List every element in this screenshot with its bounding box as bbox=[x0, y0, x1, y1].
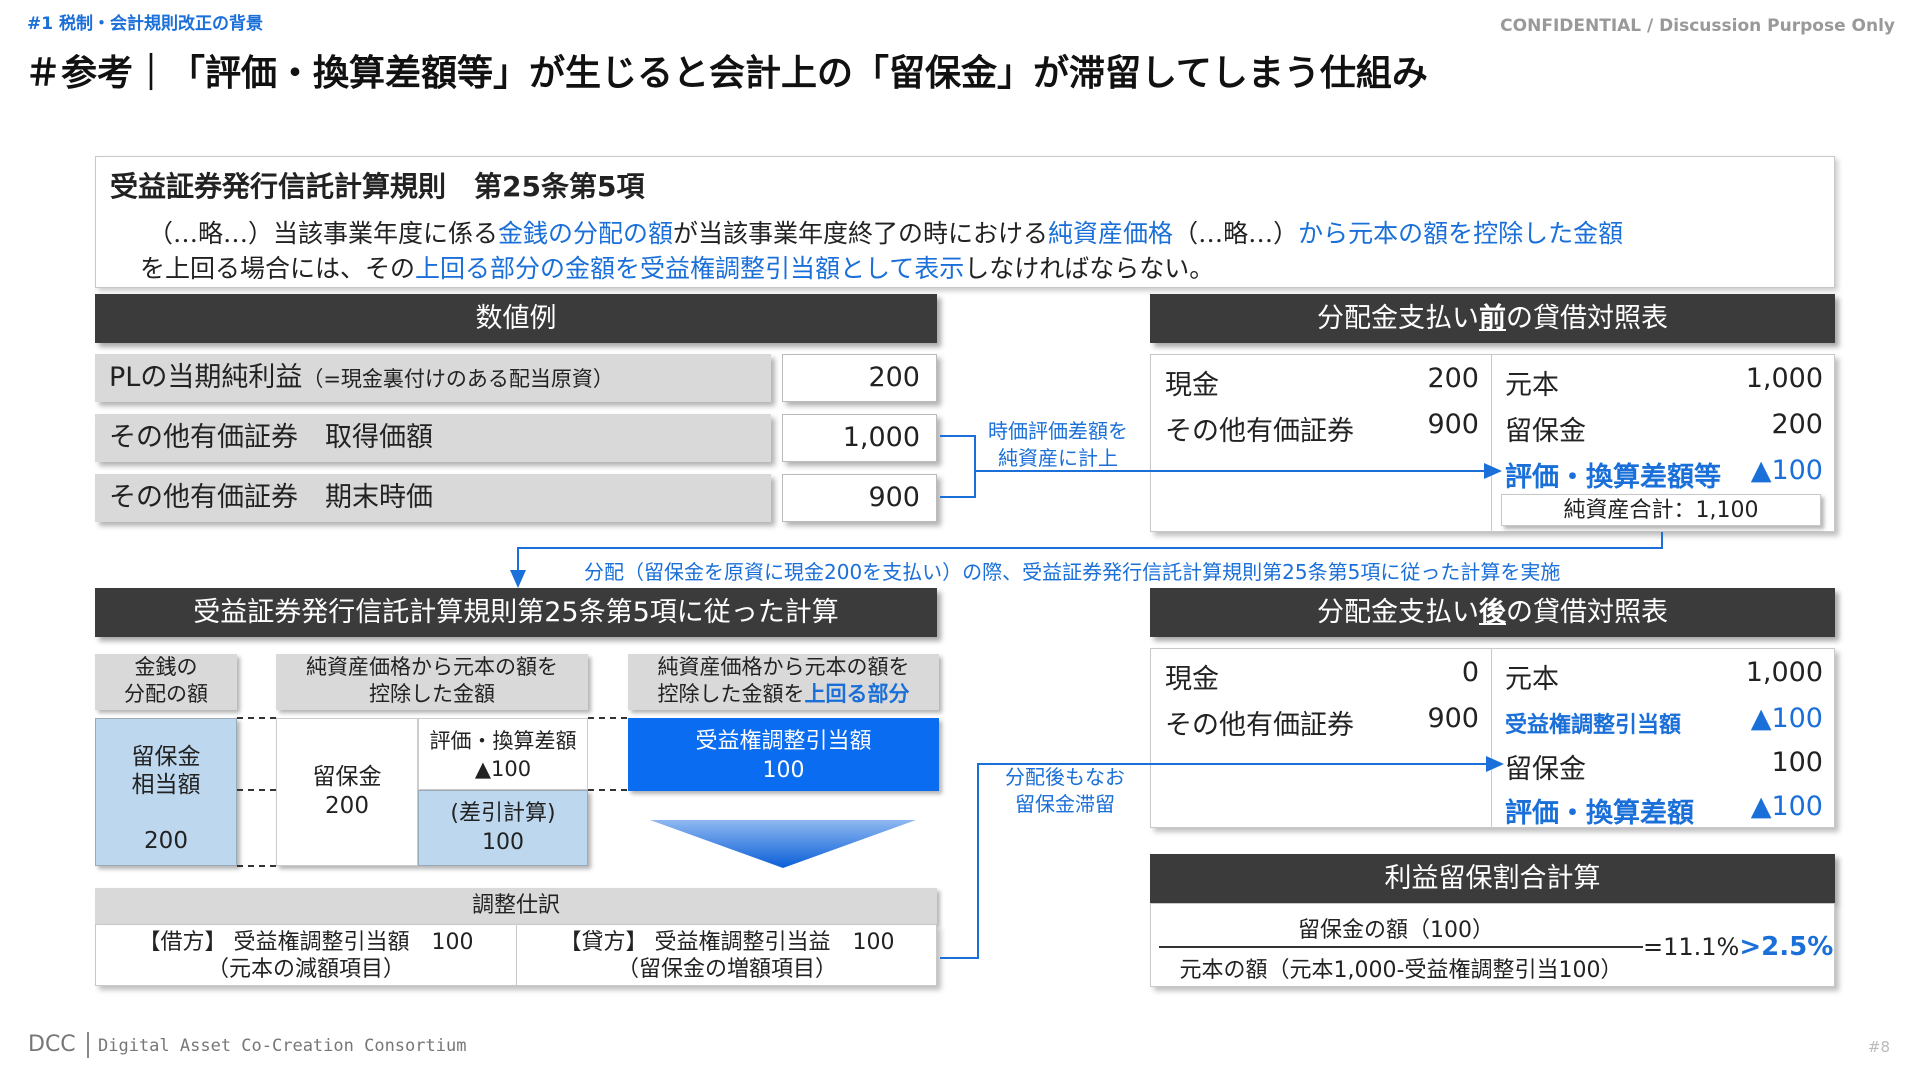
rule-text: （…略…）当該事業年度に係る bbox=[148, 219, 499, 248]
bs-after-title: 分配金支払い bbox=[1317, 597, 1479, 628]
numeric-label-text: その他有価証券 取得価額 bbox=[109, 422, 433, 453]
bs-divider bbox=[1491, 649, 1492, 827]
bs-after-asset-label-1: 現金 bbox=[1165, 664, 1219, 695]
bs-after-asset-value-1: 0 bbox=[1461, 657, 1479, 688]
dcc-logo-text: DCC bbox=[28, 1032, 76, 1057]
journal-table: 【借方】 受益権調整引当額 100 （元本の減額項目） 【貸方】 受益権調整引当… bbox=[95, 924, 937, 986]
ratio-denominator: 元本の額（元本1,000-受益権調整引当100） bbox=[1179, 958, 1623, 983]
bs-after-liab-label-1: 元本 bbox=[1505, 664, 1559, 695]
footer-divider bbox=[87, 1032, 89, 1058]
bs-after-liab-value-4: ▲100 bbox=[1750, 791, 1823, 822]
bs-after-asset-value-2: 900 bbox=[1427, 703, 1479, 734]
page-title: ＃参考｜「評価・換算差額等」が生じると会計上の「留保金」が滞留してしまう仕組み bbox=[25, 53, 1428, 94]
bs-before-header: 分配金支払い前の貸借対照表 bbox=[1150, 294, 1835, 343]
bs-before-liab-label-3: 評価・換算差額等 bbox=[1505, 462, 1721, 493]
bs-after-liab-label-2: 受益権調整引当額 bbox=[1505, 713, 1682, 738]
bs-after-liab-value-1: 1,000 bbox=[1745, 657, 1823, 688]
down-arrow-icon bbox=[650, 820, 916, 868]
bs-before-total: 純資産合計：1,100 bbox=[1501, 494, 1821, 526]
rule-text: を上回る場合には、その bbox=[140, 254, 416, 283]
footer-logo: DCC bbox=[28, 1032, 76, 1057]
bs-before-table: 現金 200 その他有価証券 900 元本 1,000 留保金 200 評価・換… bbox=[1150, 354, 1835, 532]
calc-caption-distribution: 金銭の 分配の額 bbox=[95, 654, 237, 710]
confidential-label: CONFIDENTIAL / Discussion Purpose Only bbox=[1500, 16, 1895, 36]
numeric-label-sub: （=現金裏付けのある配当原資） bbox=[302, 367, 614, 391]
rule-highlight: から元本の額を控除した金額 bbox=[1298, 219, 1624, 248]
fraction-line bbox=[1159, 946, 1643, 948]
distribution-flow-note: 分配（留保金を原資に現金200を支払い）の際、受益証券発行信託計算規則第25条第… bbox=[584, 560, 1561, 584]
rule-text: しなければならない。 bbox=[964, 254, 1215, 283]
bs-before-asset-label-2: その他有価証券 bbox=[1165, 416, 1354, 447]
journal-credit: 【貸方】 受益権調整引当益 100 （留保金の増額項目） bbox=[559, 930, 895, 982]
calc-caption-net-assets: 純資産価格から元本の額を 控除した金額 bbox=[276, 654, 588, 710]
rule-highlight: 金銭の分配の額 bbox=[498, 219, 674, 248]
numeric-label-3: その他有価証券 期末時価 bbox=[95, 474, 771, 522]
bs-after-header: 分配金支払い後の貸借対照表 bbox=[1150, 588, 1835, 637]
numeric-value-1: 200 bbox=[782, 354, 937, 402]
bs-after-liab-label-3: 留保金 bbox=[1505, 754, 1586, 785]
rule-text: が当該事業年度終了の時における bbox=[673, 219, 1049, 248]
bs-before-asset-label-1: 現金 bbox=[1165, 370, 1219, 401]
rule-highlight: 上回る部分の金額を受益権調整引当額として表示 bbox=[415, 254, 965, 283]
ratio-numerator: 留保金の額（100） bbox=[1298, 918, 1494, 943]
bs-before-emphasis: 前 bbox=[1479, 303, 1506, 334]
bs-before-liab-value-1: 1,000 bbox=[1745, 363, 1823, 394]
adjustment-allowance-box: 受益権調整引当額 100 bbox=[628, 718, 939, 791]
ratio-result: =11.1%>2.5% bbox=[1643, 932, 1833, 962]
rule-line-2: を上回る場合には、その上回る部分の金額を受益権調整引当額として表示しなければなら… bbox=[140, 249, 1214, 285]
bs-after-liab-label-4: 評価・換算差額 bbox=[1505, 798, 1694, 829]
rule-highlight: 純資産価格 bbox=[1048, 219, 1174, 248]
rule-heading: 受益証券発行信託計算規則 第25条第5項 bbox=[110, 170, 645, 203]
journal-debit: 【借方】 受益権調整引当額 100 （元本の減額項目） bbox=[138, 930, 474, 982]
numeric-label-text: PLの当期純利益 bbox=[109, 362, 303, 393]
journal-header: 調整仕訳 bbox=[95, 888, 937, 924]
bs-after-title: の貸借対照表 bbox=[1506, 597, 1668, 628]
retained-stays-note: 分配後もなお 留保金滞留 bbox=[1005, 765, 1125, 816]
bs-before-asset-value-2: 900 bbox=[1427, 409, 1479, 440]
bs-before-liab-value-2: 200 bbox=[1771, 409, 1823, 440]
valuation-note: 時価評価差額を 純資産に計上 bbox=[988, 419, 1128, 470]
numeric-value-2: 1,000 bbox=[782, 414, 937, 462]
ratio-result-value: =11.1% bbox=[1643, 933, 1740, 961]
ratio-threshold: >2.5% bbox=[1739, 932, 1834, 962]
bs-before-asset-value-1: 200 bbox=[1427, 363, 1479, 394]
valuation-diff-box: 評価・換算差額 ▲100 bbox=[418, 718, 588, 790]
calc-caption-excess: 純資産価格から元本の額を 控除した金額を上回る部分 bbox=[628, 654, 939, 710]
footer-org: Digital Asset Co-Creation Consortium bbox=[98, 1036, 467, 1056]
ratio-header: 利益留保割合計算 bbox=[1150, 854, 1835, 903]
bs-after-asset-label-2: その他有価証券 bbox=[1165, 710, 1354, 741]
bs-before-liab-value-3: ▲100 bbox=[1750, 455, 1823, 486]
bs-before-title: 分配金支払い bbox=[1317, 303, 1479, 334]
numeric-value-3: 900 bbox=[782, 474, 937, 522]
numeric-label-1: PLの当期純利益（=現金裏付けのある配当原資） bbox=[95, 354, 771, 402]
bs-divider bbox=[1491, 355, 1492, 531]
numeric-label-text: その他有価証券 期末時価 bbox=[109, 482, 433, 513]
calc-caption-excess-emphasis: 上回る部分 bbox=[804, 682, 910, 706]
bs-after-emphasis: 後 bbox=[1479, 597, 1506, 628]
bs-after-liab-value-3: 100 bbox=[1771, 747, 1823, 778]
rule-text: （…略…） bbox=[1173, 219, 1299, 248]
bs-before-title: の貸借対照表 bbox=[1506, 303, 1668, 334]
bs-before-liab-label-2: 留保金 bbox=[1505, 416, 1586, 447]
calc-header: 受益証券発行信託計算規則第25条第5項に従った計算 bbox=[95, 588, 937, 637]
bs-after-liab-value-2: ▲100 bbox=[1750, 703, 1823, 734]
page-number: #8 bbox=[1867, 1038, 1890, 1056]
bs-before-liab-label-1: 元本 bbox=[1505, 370, 1559, 401]
retained-box: 留保金 200 bbox=[276, 718, 418, 866]
retained-equivalent-box: 留保金 相当額 200 bbox=[95, 718, 237, 866]
difference-calc-box: (差引計算) 100 bbox=[418, 790, 588, 866]
numeric-label-2: その他有価証券 取得価額 bbox=[95, 414, 771, 462]
ratio-box: 留保金の額（100） 元本の額（元本1,000-受益権調整引当100） =11.… bbox=[1150, 903, 1835, 987]
numeric-header: 数値例 bbox=[95, 294, 937, 343]
section-label: #1 税制・会計規則改正の背景 bbox=[27, 14, 263, 34]
rule-line-1: （…略…）当該事業年度に係る金銭の分配の額が当該事業年度終了の時における純資産価… bbox=[148, 214, 1623, 250]
rule-box: 受益証券発行信託計算規則 第25条第5項 （…略…）当該事業年度に係る金銭の分配… bbox=[95, 156, 1835, 288]
bs-after-table: 現金 0 その他有価証券 900 元本 1,000 受益権調整引当額 ▲100 … bbox=[1150, 648, 1835, 829]
